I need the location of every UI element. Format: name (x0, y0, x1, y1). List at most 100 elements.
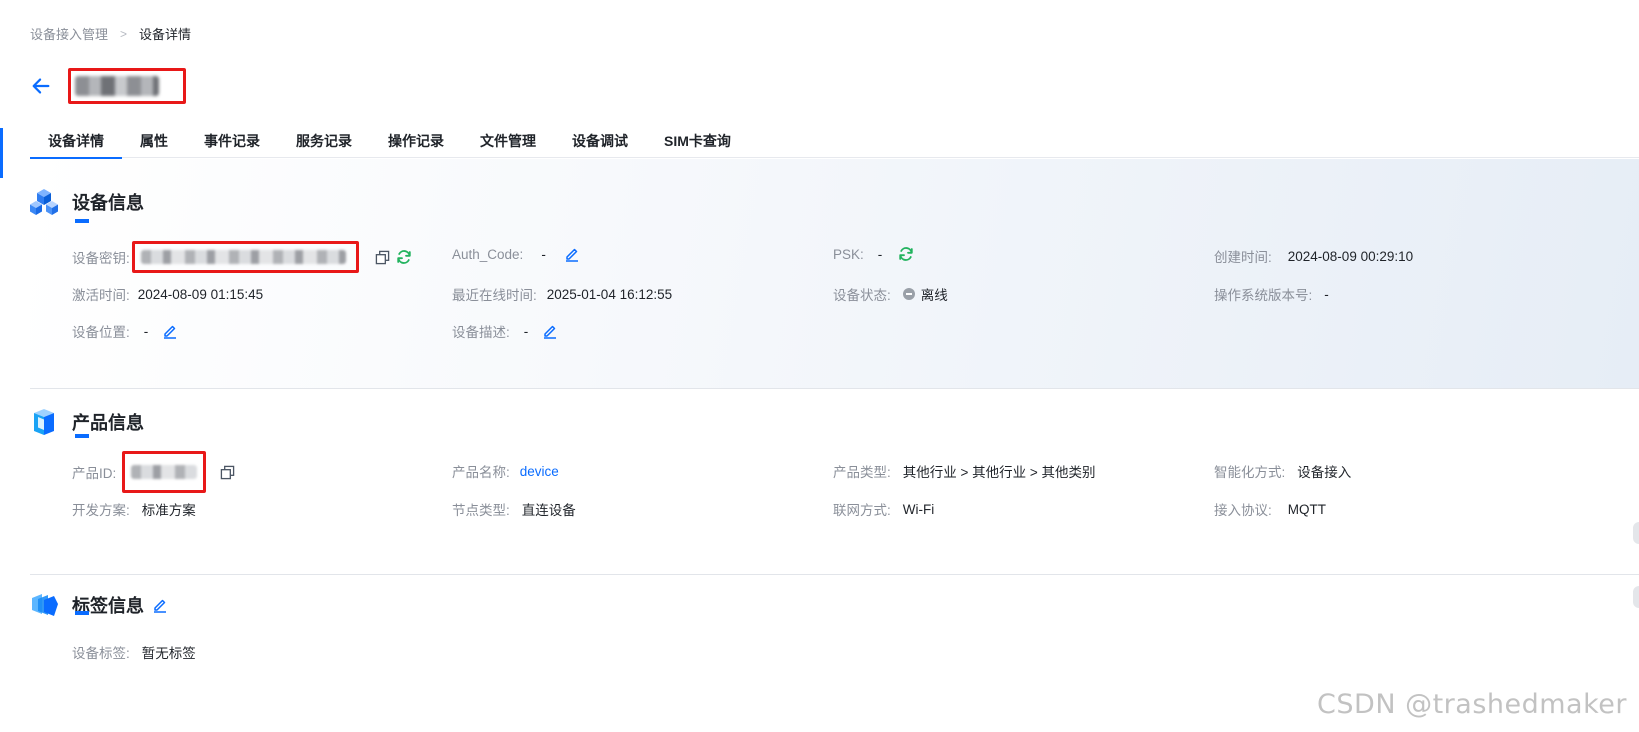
device-info-title-underline (75, 219, 89, 223)
left-accent-bar (0, 128, 3, 178)
tab-device-debug[interactable]: 设备调试 (554, 122, 646, 158)
tab-operation-records[interactable]: 操作记录 (370, 122, 462, 158)
smart-mode-field: 智能化方式: 设备接入 (1214, 461, 1351, 481)
product-id-redacted (122, 451, 207, 493)
device-location-value: - (143, 323, 149, 339)
tag-info-title-underline (75, 611, 89, 615)
right-edge-scroll-handle-2[interactable] (1633, 586, 1639, 608)
product-type-value: 其他行业 > 其他行业 > 其他类别 (902, 465, 1096, 480)
refresh-psk-icon[interactable] (898, 246, 914, 262)
tab-file-management[interactable]: 文件管理 (462, 122, 554, 158)
protocol-value: MQTT (1287, 501, 1327, 517)
last-online-value: 2025-01-04 16:12:55 (546, 286, 673, 302)
dev-plan-value: 标准方案 (141, 503, 196, 518)
tab-bar: 设备详情 属性 事件记录 服务记录 操作记录 文件管理 设备调试 SIM卡查询 (30, 122, 1639, 159)
network-field: 联网方式: Wi-Fi (833, 499, 934, 519)
page-title-row (30, 68, 186, 104)
dev-plan-field: 开发方案: 标准方案 (72, 499, 196, 519)
edit-description-icon[interactable] (542, 323, 558, 339)
created-time-value: 2024-08-09 00:29:10 (1287, 248, 1414, 264)
product-id-label: 产品ID: (72, 466, 117, 481)
device-info-section: 设备信息 设备密钥: Auth_Code: - PSK: - 创建时间: 202… (30, 159, 1639, 389)
created-time-field: 创建时间: 2024-08-09 00:29:10 (1214, 246, 1413, 266)
activated-time-field: 激活时间: 2024-08-09 01:15:45 (72, 284, 263, 304)
network-value: Wi-Fi (902, 501, 935, 517)
psk-value: - (877, 246, 883, 262)
product-info-title-underline (75, 434, 89, 438)
device-status-value: 离线 (920, 288, 948, 303)
last-online-label: 最近在线时间: (452, 288, 537, 303)
cubes-icon (30, 189, 58, 215)
auth-code-label: Auth_Code: (452, 246, 524, 262)
device-tags-field: 设备标签: 暂无标签 (72, 642, 196, 662)
edit-tags-icon[interactable] (152, 597, 168, 613)
device-location-label: 设备位置: (72, 325, 130, 340)
product-info-header: 产品信息 (30, 407, 144, 437)
device-description-value: - (523, 323, 529, 339)
device-tags-label: 设备标签: (72, 646, 130, 661)
psk-label: PSK: (833, 246, 864, 262)
product-id-field: 产品ID: (72, 451, 235, 493)
tab-device-details[interactable]: 设备详情 (30, 122, 122, 159)
tag-icon (32, 594, 58, 616)
os-version-value: - (1324, 286, 1329, 302)
network-label: 联网方式: (833, 503, 891, 518)
os-version-field: 操作系统版本号: - (1214, 284, 1329, 304)
product-name-label: 产品名称: (452, 465, 510, 480)
back-arrow-icon[interactable] (30, 75, 52, 97)
device-tags-value: 暂无标签 (141, 646, 196, 661)
breadcrumb-parent[interactable]: 设备接入管理 (30, 24, 108, 43)
auth-code-field: Auth_Code: - (452, 246, 580, 262)
device-secret-label: 设备密钥: (72, 251, 130, 266)
watermark: CSDN @trashedmaker (1317, 689, 1627, 720)
breadcrumb-separator: > (120, 26, 128, 41)
product-name-field: 产品名称: device (452, 461, 559, 481)
product-info-section: 产品信息 产品ID: 产品名称: device 产品类型: 其他行业 > 其他行… (30, 395, 1639, 575)
device-secret-redacted (131, 241, 359, 273)
redacted-product-id (131, 465, 198, 479)
created-time-label: 创建时间: (1214, 250, 1272, 265)
node-type-label: 节点类型: (452, 503, 510, 518)
redacted-device-secret (140, 250, 346, 264)
redacted-device-name (75, 76, 159, 96)
device-secret-field: 设备密钥: (72, 241, 412, 273)
last-online-field: 最近在线时间: 2025-01-04 16:12:55 (452, 284, 672, 304)
device-info-title: 设备信息 (72, 193, 144, 213)
edit-location-icon[interactable] (162, 323, 178, 339)
product-type-field: 产品类型: 其他行业 > 其他行业 > 其他类别 (833, 461, 1096, 481)
psk-field: PSK: - (833, 246, 914, 262)
product-name-link[interactable]: device (520, 464, 559, 479)
smart-mode-value: 设备接入 (1297, 465, 1352, 480)
device-location-field: 设备位置: - (72, 321, 178, 341)
offline-status-icon (902, 288, 915, 300)
activated-time-value: 2024-08-09 01:15:45 (137, 286, 264, 302)
tab-sim-card-query[interactable]: SIM卡查询 (646, 122, 749, 158)
device-description-field: 设备描述: - (452, 321, 558, 341)
copy-secret-icon[interactable] (375, 250, 390, 265)
box-icon (34, 409, 54, 435)
tag-info-header: 标签信息 (30, 590, 168, 620)
protocol-label: 接入协议: (1214, 503, 1272, 518)
protocol-field: 接入协议: MQTT (1214, 499, 1326, 519)
os-version-label: 操作系统版本号: (1214, 288, 1313, 303)
product-type-label: 产品类型: (833, 465, 891, 480)
node-type-value: 直连设备 (521, 503, 576, 518)
copy-product-id-icon[interactable] (220, 465, 235, 480)
refresh-secret-icon[interactable] (396, 249, 412, 265)
edit-auth-code-icon[interactable] (564, 246, 580, 262)
smart-mode-label: 智能化方式: (1214, 465, 1286, 480)
dev-plan-label: 开发方案: (72, 503, 130, 518)
device-info-header: 设备信息 (30, 187, 144, 217)
device-description-label: 设备描述: (452, 325, 510, 340)
activated-time-label: 激活时间: (72, 288, 130, 303)
tab-service-records[interactable]: 服务记录 (278, 122, 370, 158)
node-type-field: 节点类型: 直连设备 (452, 499, 576, 519)
device-name-redacted (68, 68, 186, 104)
tab-event-records[interactable]: 事件记录 (186, 122, 278, 158)
device-status-field: 设备状态: 离线 (833, 284, 948, 304)
breadcrumb: 设备接入管理 > 设备详情 (30, 24, 191, 43)
auth-code-value: - (541, 246, 546, 262)
right-edge-scroll-handle[interactable] (1633, 522, 1639, 544)
tab-properties[interactable]: 属性 (122, 122, 186, 158)
product-info-title: 产品信息 (72, 413, 144, 433)
